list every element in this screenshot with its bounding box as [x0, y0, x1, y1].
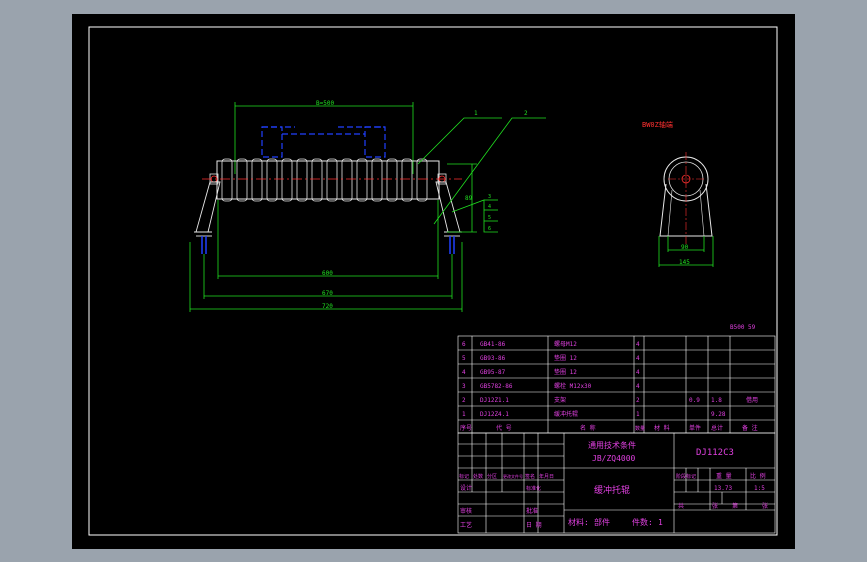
title-block-text: 通用技术条件 JB/ZQ4000 DJ112C3 缓冲托辊 材料: 部件 件数:… [459, 440, 768, 529]
table-row-no: 5 [462, 355, 466, 362]
count-label: 件数: [632, 517, 653, 527]
table-row-code: GB95-87 [480, 369, 506, 376]
table-row-name: 螺母M12 [554, 340, 577, 348]
drawing-sheet: B=500 600 670 720 89 1 2 3 4 5 6 BW0Z轴端 … [72, 14, 795, 549]
header-total: 总计 [711, 424, 723, 432]
standard-line1: 通用技术条件 [588, 440, 636, 450]
table-row-code: DJ12Z1.1 [480, 397, 509, 404]
header-no: 序号 [460, 424, 472, 432]
rev-sign: 签名 [525, 473, 535, 480]
scale-value: 1:5 [754, 485, 765, 492]
material-label: 材料: [568, 517, 589, 527]
table-row-name: 垫圈 12 [554, 354, 577, 362]
table-row-no: 1 [462, 411, 466, 418]
dim-720-label: 720 [322, 303, 333, 310]
table-row-no: 3 [462, 383, 466, 390]
check-label: 审核 [460, 507, 472, 515]
parts-rows: 6 GB41-86 螺母M12 4 5 GB93-86 垫圈 12 4 4 GB… [460, 340, 758, 432]
table-row-qty: 1 [636, 411, 640, 418]
header-material: 材 料 [654, 424, 670, 432]
sheet-unit: 张 [712, 502, 718, 510]
table-row-qty: 4 [636, 341, 640, 348]
process-label: 工艺 [460, 521, 472, 529]
table-row-name: 缓冲托辊 [554, 410, 578, 418]
sheet-total: 共 [678, 502, 684, 510]
rev-count: 处数 [473, 473, 483, 480]
rev-marks: 标记 [459, 473, 469, 480]
callout-2: 2 [524, 110, 528, 117]
drawing-name: 缓冲托辊 [594, 484, 630, 496]
cad-drawing: B=500 600 670 720 89 1 2 3 4 5 6 BW0Z轴端 … [88, 26, 778, 536]
table-row-no: 4 [462, 369, 466, 376]
table-row-qty: 4 [636, 369, 640, 376]
weight-label: 重 量 [716, 472, 732, 480]
standardize-label: 标准化 [526, 485, 541, 492]
dim-600-label: 600 [322, 270, 333, 277]
table-row-code: GB41-86 [480, 341, 506, 348]
table-row-name: 支架 [554, 396, 566, 404]
header-code: 代 号 [496, 424, 512, 432]
table-row-qty: 4 [636, 383, 640, 390]
callout-5: 5 [488, 215, 491, 221]
front-view: B=500 600 670 720 89 1 2 3 4 5 6 [189, 100, 546, 312]
callout-3: 3 [488, 194, 491, 200]
sheet-no: 第 [732, 502, 738, 510]
standard-line2: JB/ZQ4000 [592, 454, 636, 463]
table-row-no: 6 [462, 341, 466, 348]
table-row-note: 借用 [746, 396, 758, 404]
approve-label: 批准 [526, 507, 538, 515]
table-row-total: 1.8 [711, 397, 722, 404]
header-qty: 数量 [635, 425, 645, 432]
header-name: 名 称 [580, 424, 596, 432]
dim-89-label: 89 [465, 195, 473, 202]
rev-zone: 分区 [487, 473, 497, 480]
material-value: 部件 [594, 517, 610, 527]
scale-label: 比 例 [750, 472, 766, 480]
dim-b-label: B=500 [316, 100, 334, 107]
table-row-qty: 2 [636, 397, 640, 404]
rev-date: 年月日 [539, 473, 554, 480]
callout-4: 4 [488, 204, 491, 210]
table-row-code: GB5782-86 [480, 383, 513, 390]
design-label: 设计 [460, 484, 472, 492]
count-value: 1 [658, 518, 663, 527]
table-row-name: 螺栓 M12x30 [554, 382, 592, 390]
table-row-qty: 4 [636, 355, 640, 362]
table-row-total: 9.28 [711, 411, 726, 418]
table-row-single: 0.9 [689, 397, 700, 404]
header-single: 单件 [689, 424, 701, 432]
dim-670-label: 670 [322, 290, 333, 297]
weight-value: 13.73 [714, 485, 732, 492]
table-row-code: DJ12Z4.1 [480, 411, 509, 418]
side-view-title: BW0Z轴端 [642, 120, 673, 129]
drawing-number: DJ112C3 [696, 448, 734, 458]
header-note: 备 注 [742, 424, 758, 432]
date-label: 日 期 [526, 521, 542, 529]
spec-note: B500 59 [730, 324, 756, 331]
side-dim-90: 90 [681, 244, 689, 251]
side-view: BW0Z轴端 90 145 [642, 120, 714, 267]
callout-1: 1 [474, 110, 478, 117]
table-row-name: 垫圈 12 [554, 368, 577, 376]
callout-6: 6 [488, 226, 491, 232]
table-row-no: 2 [462, 397, 466, 404]
table-row-code: GB93-86 [480, 355, 506, 362]
sheet-unit2: 张 [762, 502, 768, 510]
rev-doc: 更改文件号 [503, 473, 523, 479]
side-dim-145: 145 [679, 259, 690, 266]
stage-label: 阶段标记 [676, 473, 696, 480]
